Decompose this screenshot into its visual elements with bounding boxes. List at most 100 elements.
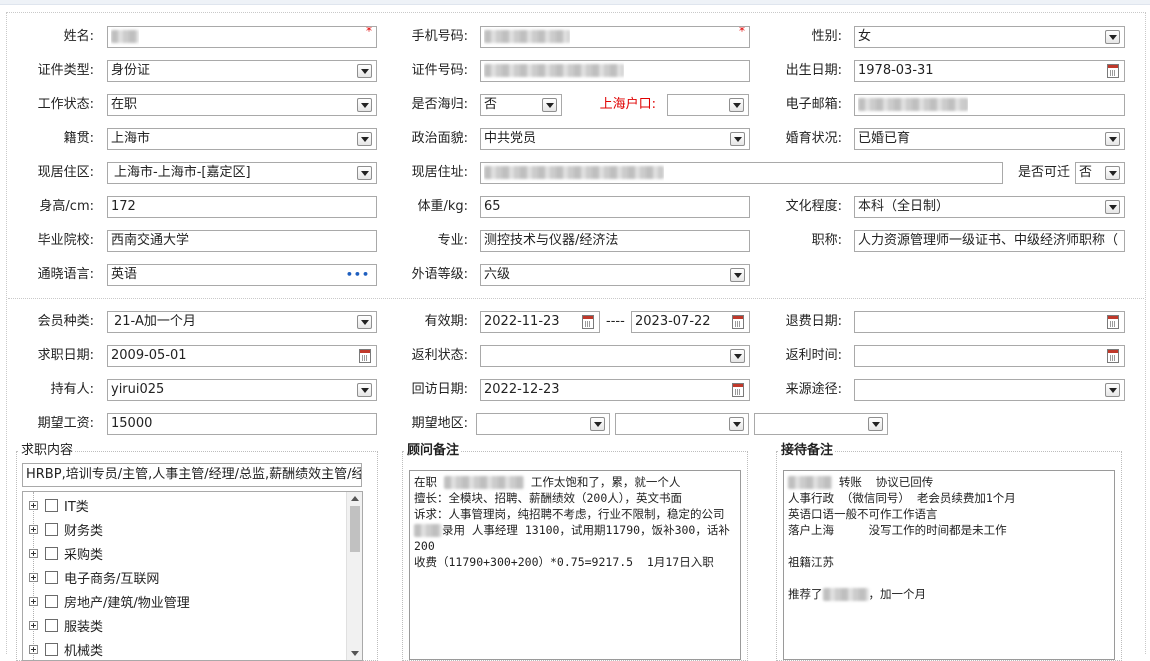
- tree-item[interactable]: 服装类: [29, 615, 103, 635]
- major-field[interactable]: 测控技术与仪器/经济法: [480, 230, 750, 252]
- chevron-down-icon[interactable]: [357, 315, 372, 329]
- title-field[interactable]: 人力资源管理师一级证书、中级经济师职称（: [854, 230, 1125, 252]
- chevron-down-icon[interactable]: [730, 268, 745, 282]
- chevron-down-icon[interactable]: [730, 132, 745, 146]
- expand-icon[interactable]: [29, 572, 38, 582]
- expand-icon[interactable]: [29, 524, 38, 534]
- more-options-icon[interactable]: •••: [346, 268, 370, 281]
- region-city-select[interactable]: [615, 413, 749, 435]
- district-value: 上海市-上海市-[嘉定区]: [114, 165, 251, 180]
- calendar-icon[interactable]: [1107, 64, 1119, 78]
- chevron-down-icon[interactable]: [357, 64, 372, 78]
- native-label: 籍贯:: [63, 131, 94, 146]
- birth-date-field[interactable]: 1978-03-31: [854, 60, 1125, 82]
- chevron-down-icon[interactable]: [1105, 200, 1120, 214]
- chevron-down-icon[interactable]: [542, 98, 557, 112]
- district-select[interactable]: 上海市-上海市-[嘉定区]: [107, 162, 377, 184]
- scroll-thumb[interactable]: [350, 506, 360, 552]
- chevron-down-icon[interactable]: [357, 98, 372, 112]
- tree-item[interactable]: 采购类: [29, 543, 103, 563]
- workstatus-select[interactable]: 在职: [107, 94, 377, 116]
- marital-value: 已婚已育: [858, 131, 911, 146]
- relocate-select[interactable]: 否: [1075, 162, 1125, 184]
- job-summary-field[interactable]: HRBP,培训专员/主管,人事主管/经理/总监,薪酬绩效主管/经: [22, 463, 362, 487]
- chevron-down-icon[interactable]: [729, 98, 744, 112]
- chevron-down-icon[interactable]: [730, 349, 745, 363]
- expand-icon[interactable]: [29, 644, 38, 654]
- marital-select[interactable]: 已婚已育: [854, 128, 1125, 150]
- holder-select[interactable]: yirui025: [107, 379, 377, 401]
- jobdate-field[interactable]: 2009-05-01: [107, 345, 377, 367]
- relocate-value: 否: [1079, 165, 1093, 180]
- valid-to-field[interactable]: 2023-07-22: [631, 311, 750, 333]
- calendar-icon[interactable]: [359, 349, 371, 363]
- rebate-select[interactable]: [480, 345, 750, 367]
- email-field[interactable]: [854, 94, 1125, 116]
- expand-icon[interactable]: [29, 620, 38, 630]
- checkbox[interactable]: [45, 522, 58, 536]
- chevron-down-icon[interactable]: [1105, 132, 1120, 146]
- weight-field[interactable]: 65: [480, 196, 750, 218]
- height-field[interactable]: 172: [107, 196, 377, 218]
- scroll-up-icon[interactable]: [351, 496, 359, 501]
- refund-date-field[interactable]: [854, 311, 1125, 333]
- checkbox[interactable]: [45, 618, 58, 632]
- checkbox[interactable]: [45, 594, 58, 608]
- redacted-phone: [484, 30, 570, 43]
- region-district-select[interactable]: [754, 413, 888, 435]
- source-select[interactable]: [854, 379, 1125, 401]
- checkbox[interactable]: [45, 498, 58, 512]
- advisor-notes-textarea[interactable]: 在职 工作太饱和了，累，就一个人 擅长：全模块、招聘、薪酬绩效（200人），英文书…: [409, 470, 741, 660]
- political-label: 政治面貌:: [411, 131, 468, 146]
- gender-select[interactable]: 女: [854, 26, 1125, 48]
- chevron-down-icon[interactable]: [357, 383, 372, 397]
- chevron-down-icon[interactable]: [1105, 30, 1120, 44]
- checkbox[interactable]: [45, 546, 58, 560]
- tree-item[interactable]: 房地产/建筑/物业管理: [29, 591, 190, 611]
- calendar-icon[interactable]: [1107, 349, 1119, 363]
- chevron-down-icon[interactable]: [357, 166, 372, 180]
- tree-item[interactable]: 机械类: [29, 639, 103, 659]
- tree-scrollbar[interactable]: [346, 492, 362, 660]
- name-field[interactable]: *: [107, 26, 377, 48]
- address-field[interactable]: [480, 162, 1003, 184]
- calendar-icon[interactable]: [1107, 315, 1119, 329]
- chevron-down-icon[interactable]: [1105, 166, 1120, 180]
- job-category-tree[interactable]: IT类 财务类 采购类 电子商务/互联网 房地产/建筑/物业管理 服装类 机械类: [22, 491, 363, 661]
- reception-note-line: [788, 570, 1110, 586]
- returnee-select[interactable]: 否: [480, 94, 562, 116]
- tree-item[interactable]: 电子商务/互联网: [29, 567, 159, 587]
- valid-from-field[interactable]: 2022-11-23: [480, 311, 600, 333]
- rebatetime-field[interactable]: [854, 345, 1125, 367]
- language-field[interactable]: 英语 •••: [107, 264, 377, 286]
- expand-icon[interactable]: [29, 548, 38, 558]
- school-field[interactable]: 西南交通大学: [107, 230, 377, 252]
- tree-item[interactable]: IT类: [29, 495, 89, 515]
- salary-field[interactable]: 15000: [107, 413, 377, 435]
- visit-date-field[interactable]: 2022-12-23: [480, 379, 750, 401]
- chevron-down-icon[interactable]: [729, 417, 744, 431]
- education-select[interactable]: 本科（全日制）: [854, 196, 1125, 218]
- chevron-down-icon[interactable]: [590, 417, 605, 431]
- rebate-label: 返利状态:: [411, 348, 468, 363]
- calendar-icon[interactable]: [732, 315, 744, 329]
- chevron-down-icon[interactable]: [1105, 383, 1120, 397]
- calendar-icon[interactable]: [582, 315, 594, 329]
- member-type-select[interactable]: 21-A加一个月: [107, 311, 377, 333]
- tree-item[interactable]: 财务类: [29, 519, 103, 539]
- region-province-select[interactable]: [476, 413, 610, 435]
- expand-icon[interactable]: [29, 500, 38, 510]
- idtype-select[interactable]: 身份证: [107, 60, 377, 82]
- reception-notes-textarea[interactable]: 转账 协议已回传 人事行政 （微信同号） 老会员续费加1个月 英语口语一般不可作工作…: [783, 470, 1115, 660]
- langlevel-select[interactable]: 六级: [480, 264, 750, 286]
- chevron-down-icon[interactable]: [868, 417, 883, 431]
- checkbox[interactable]: [45, 570, 58, 584]
- calendar-icon[interactable]: [732, 383, 744, 397]
- native-select[interactable]: 上海市: [107, 128, 377, 150]
- phone-field[interactable]: *: [480, 26, 750, 48]
- political-select[interactable]: 中共党员: [480, 128, 750, 150]
- chevron-down-icon[interactable]: [357, 132, 372, 146]
- idno-field[interactable]: [480, 60, 750, 82]
- expand-icon[interactable]: [29, 596, 38, 606]
- hukou-select[interactable]: [667, 94, 749, 116]
